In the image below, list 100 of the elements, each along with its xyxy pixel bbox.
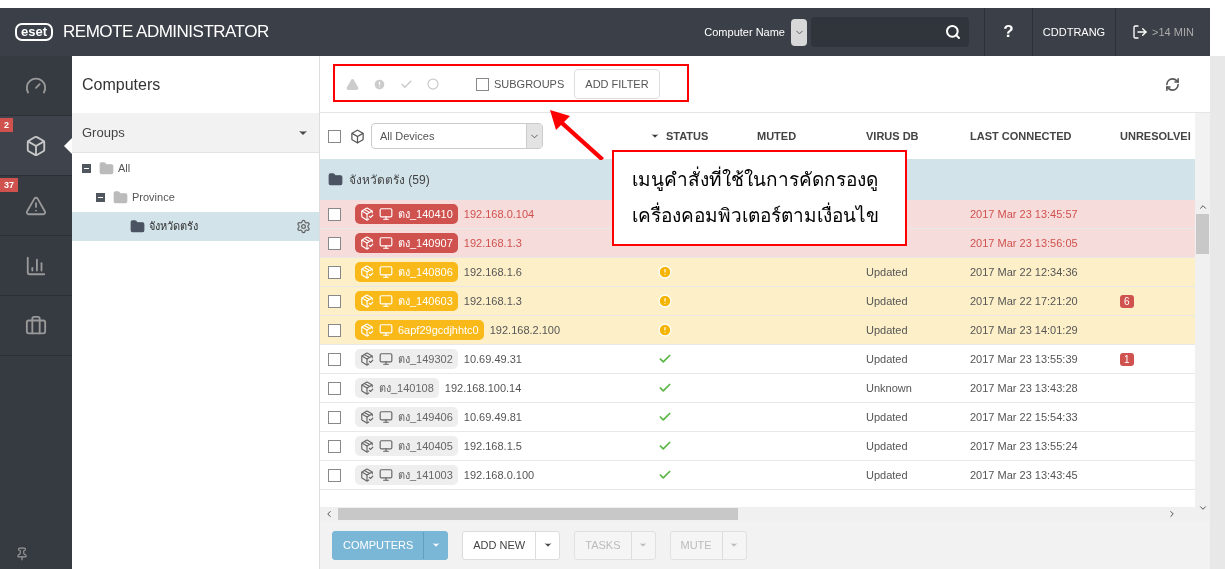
column-header[interactable]: MUTED: [734, 127, 858, 145]
device-chip[interactable]: ตง_149406: [355, 407, 458, 427]
last-connected: 2017 Mar 22 12:34:36: [970, 265, 1078, 278]
tree-label: จังหวัดตรัง: [149, 219, 198, 235]
unresolved-count: 6: [1120, 294, 1134, 308]
last-connected: 2017 Mar 23 14:01:29: [970, 323, 1078, 336]
row-checkbox[interactable]: [328, 439, 341, 453]
folder-icon: [99, 161, 114, 176]
package-icon: [360, 468, 374, 482]
scroll-thumb[interactable]: [338, 508, 738, 520]
row-checkbox[interactable]: [328, 352, 341, 366]
last-connected: 2017 Mar 23 13:45:57: [970, 207, 1078, 220]
package-icon: [360, 381, 374, 395]
virus-db-status: Updated: [866, 294, 908, 307]
ip-address: 192.168.0.100: [463, 467, 535, 483]
virus-db-status: Updated: [866, 323, 908, 336]
cube-icon[interactable]: [25, 134, 47, 157]
row-checkbox[interactable]: [328, 294, 341, 308]
pin-icon[interactable]: [15, 547, 29, 561]
package-icon: [360, 236, 374, 250]
add-filter-button[interactable]: ADD FILTER: [574, 69, 660, 99]
scroll-right-icon[interactable]: [1167, 509, 1177, 519]
ip-address: 10.69.49.31: [463, 351, 522, 367]
search-icon[interactable]: [945, 24, 961, 40]
scroll-thumb[interactable]: [1196, 214, 1209, 254]
check-filter-icon[interactable]: [400, 77, 413, 91]
package-icon: [360, 294, 374, 308]
last-connected: 2017 Mar 22 17:21:20: [970, 294, 1078, 307]
virus-db-status: Updated: [866, 439, 908, 452]
count-badge: 37: [0, 178, 18, 192]
warning-icon[interactable]: [25, 194, 47, 217]
row-checkbox[interactable]: [328, 381, 341, 395]
refresh-icon[interactable]: [1165, 76, 1180, 92]
row-checkbox[interactable]: [328, 468, 341, 482]
ip-address: 192.168.1.6: [463, 264, 522, 280]
app-title: REMOTE ADMINISTRATOR: [63, 21, 269, 44]
device-chip[interactable]: ตง_140405: [355, 436, 458, 456]
tree-label: Province: [132, 190, 175, 206]
caret-icon[interactable]: [542, 540, 553, 550]
device-chip[interactable]: ตง_140108: [355, 378, 439, 398]
panel-title: Computers: [82, 74, 161, 95]
device-chip[interactable]: ตง_141003: [355, 465, 458, 485]
ip-address: 192.168.1.3: [463, 235, 522, 251]
search-scope-label: Computer Name: [704, 24, 785, 40]
tree-item[interactable]: All: [72, 154, 319, 183]
column-header[interactable]: LAST CONNECTED: [962, 127, 1112, 145]
sort-icon[interactable]: [650, 131, 660, 141]
page-scrollbar[interactable]: [1210, 56, 1225, 569]
device-chip[interactable]: ตง_149302: [355, 349, 458, 369]
device-chip[interactable]: ตง_140907: [355, 233, 458, 253]
folder-icon: [130, 219, 145, 234]
table-row[interactable]: 6apf29gcdjhhtc0 192.168.2.100 Updated 2017 Mar 23 14:01:29: [320, 316, 1195, 345]
virus-db-status: Updated: [866, 265, 908, 278]
row-checkbox[interactable]: [328, 207, 341, 221]
package-icon: [360, 352, 374, 366]
last-connected: 2017 Mar 23 13:43:45: [970, 468, 1078, 481]
tree-label: All: [118, 161, 131, 177]
row-checkbox[interactable]: [328, 236, 341, 250]
nav-item[interactable]: 37: [0, 176, 72, 236]
virus-db-status: Unknown: [866, 381, 912, 394]
tree-item[interactable]: จังหวัดตรัง: [72, 212, 319, 241]
groups-header[interactable]: Groups: [72, 113, 319, 153]
tree-item[interactable]: Province: [72, 183, 319, 212]
last-connected: 2017 Mar 22 15:54:33: [970, 410, 1078, 423]
table-row[interactable]: ตง_140806 192.168.1.6 Updated 2017 Mar 22 12:34:36: [320, 258, 1195, 287]
last-connected: 2017 Mar 23 13:56:05: [970, 236, 1078, 249]
cube-icon: [350, 128, 365, 144]
logout-icon[interactable]: [1132, 24, 1149, 40]
search-field[interactable]: [811, 17, 969, 47]
row-checkbox[interactable]: [328, 410, 341, 424]
search-scope-dropdown[interactable]: [791, 18, 807, 46]
collapse-icon[interactable]: [82, 164, 91, 173]
settings-icon[interactable]: [296, 219, 311, 234]
column-header[interactable]: VIRUS DB: [858, 127, 962, 145]
ip-address: 192.168.1.5: [463, 438, 522, 454]
package-icon: [360, 265, 374, 279]
subgroups-checkbox[interactable]: SUBGROUPS: [476, 75, 565, 93]
scroll-up-icon[interactable]: [1197, 202, 1208, 212]
split-button[interactable]: ADD NEW: [462, 530, 561, 560]
bar-chart-icon[interactable]: [25, 254, 47, 277]
collapse-icon[interactable]: [96, 193, 105, 202]
row-checkbox[interactable]: [328, 265, 341, 279]
virus-db-status: Updated: [866, 468, 908, 481]
column-header[interactable]: STATUS: [642, 127, 734, 145]
annotation-tooltip: เมนูคำสั่งที่ใช้ในการคัดกรองดูเครื่องคอมพิวเตอร์ตามเงื่อนไข: [612, 150, 907, 246]
select-all-checkbox[interactable]: [328, 129, 341, 143]
table-row[interactable]: ตง_140603 192.168.1.3 Updated 2017 Mar 22 17:21:20 6: [320, 287, 1195, 316]
row-checkbox[interactable]: [328, 323, 341, 337]
column-header[interactable]: UNRESOLVEI: [1112, 127, 1195, 145]
device-chip[interactable]: ตง_140410: [355, 204, 458, 224]
briefcase-icon[interactable]: [25, 314, 47, 337]
scroll-down-icon[interactable]: [1197, 503, 1208, 513]
unresolved-count: 1: [1120, 352, 1134, 366]
device-filter-dropdown[interactable]: All Devices: [371, 123, 543, 149]
last-connected: 2017 Mar 23 13:55:39: [970, 352, 1078, 365]
package-icon: [360, 410, 374, 424]
scroll-left-icon[interactable]: [324, 509, 334, 519]
count-badge: 2: [0, 118, 13, 132]
nav-item[interactable]: 2: [0, 116, 72, 176]
folder-icon: [113, 190, 128, 205]
